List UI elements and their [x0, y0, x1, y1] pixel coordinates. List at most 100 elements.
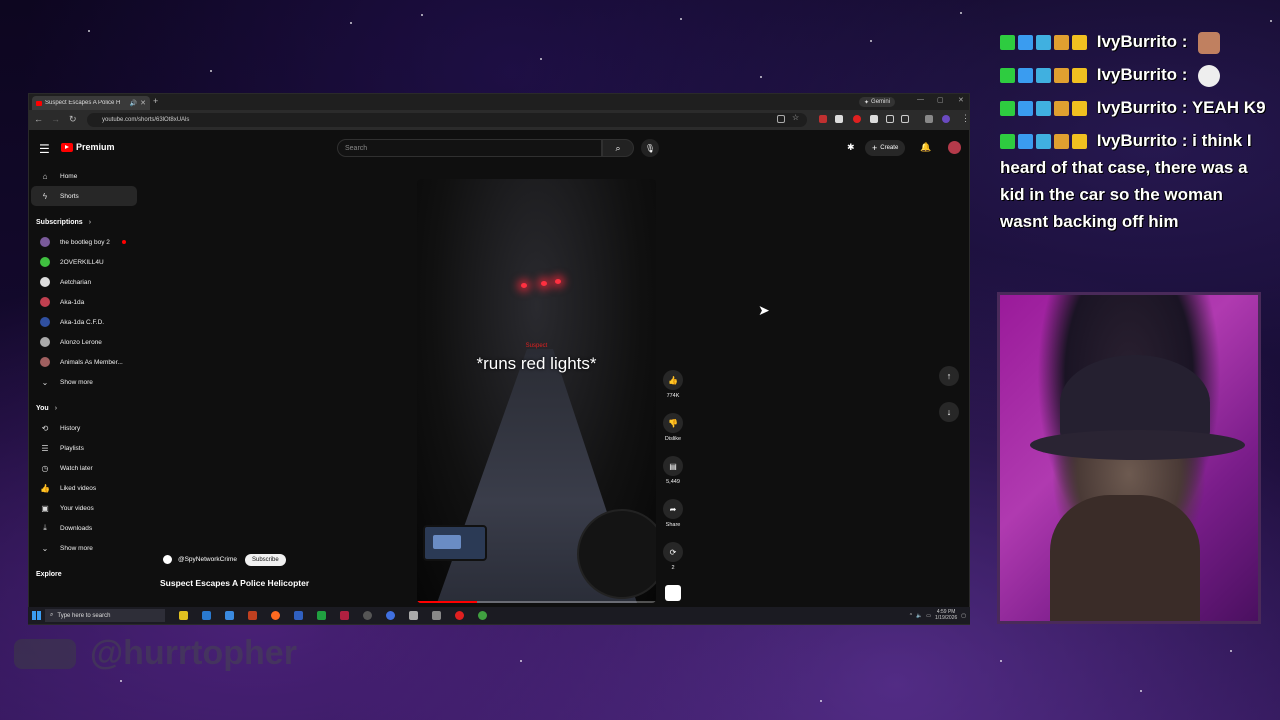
sidepanel-icon[interactable] — [901, 115, 909, 123]
reload-icon[interactable]: ↻ — [69, 114, 77, 125]
app-icon[interactable] — [340, 611, 349, 620]
cast-icon[interactable] — [777, 115, 785, 123]
shorts-video-player[interactable]: Suspect *runs red lights* — [417, 179, 656, 603]
sidebar-item-subscription[interactable]: Animals As Member... — [31, 352, 137, 372]
menu-icon[interactable]: ☰ — [39, 142, 50, 156]
video-progress-bar[interactable] — [417, 601, 656, 603]
chat-text: YEAH K9 — [1191, 98, 1266, 117]
search-button[interactable]: ⌕ — [602, 139, 634, 157]
maximize-button[interactable]: ▢ — [937, 96, 944, 104]
profile-icon[interactable] — [942, 115, 950, 123]
youtube-logo[interactable]: Premium — [61, 142, 115, 152]
dislike-button[interactable]: 👎 — [663, 413, 683, 433]
app-icon[interactable] — [455, 611, 464, 620]
sidebar-item-subscription[interactable]: 2OVERKILL4U — [31, 252, 137, 272]
account-avatar[interactable] — [948, 141, 961, 154]
sidebar-item-home[interactable]: ⌂ Home — [31, 166, 137, 186]
extension-icon[interactable] — [853, 115, 861, 123]
create-button[interactable]: + Create — [865, 140, 906, 156]
notifications-bell-icon[interactable]: 🔔 — [920, 142, 931, 153]
tray-chevron-icon[interactable]: ^ — [910, 613, 912, 619]
network-icon[interactable]: ▭ — [926, 613, 931, 619]
crown-badge-icon — [1072, 68, 1087, 84]
notifications-icon[interactable]: ▢ — [961, 613, 966, 619]
extension-icon[interactable] — [925, 115, 933, 123]
channel-name[interactable]: @SpyNetworkCrime — [178, 556, 237, 563]
previous-short-button[interactable]: ↑ — [939, 366, 959, 386]
sidebar-item-subscription[interactable]: Alonzo Lerone — [31, 332, 137, 352]
chrome-icon[interactable] — [478, 611, 487, 620]
store-icon[interactable] — [225, 611, 234, 620]
search-input[interactable]: Search — [337, 139, 602, 157]
extension-icon[interactable] — [870, 115, 878, 123]
comments-button[interactable]: ▤ — [663, 456, 683, 476]
back-icon[interactable]: ← — [34, 114, 43, 124]
share-button[interactable]: ➦ — [663, 499, 683, 519]
close-window-button[interactable]: ✕ — [958, 96, 964, 104]
taskbar-search-input[interactable]: ⌕ Type here to search — [45, 609, 165, 622]
like-button[interactable]: 👍 — [663, 370, 683, 390]
show-more-button[interactable]: ⌄ Show more — [31, 538, 137, 558]
windows-start-icon[interactable] — [32, 611, 41, 620]
app-icon[interactable] — [248, 611, 257, 620]
badge-icon — [1054, 101, 1069, 117]
clock[interactable]: 4:59 PM 1/19/2026 — [935, 609, 957, 621]
app-icon[interactable] — [432, 611, 441, 620]
app-icon[interactable] — [386, 611, 395, 620]
search-icon: ⌕ — [615, 142, 621, 153]
sound-thumbnail[interactable] — [665, 585, 681, 601]
sidebar-item-liked-videos[interactable]: 👍 Liked videos — [31, 478, 137, 498]
file-explorer-icon[interactable] — [179, 611, 188, 620]
forward-icon[interactable]: → — [51, 114, 60, 124]
sidebar-item-playlists[interactable]: ☰ Playlists — [31, 438, 137, 458]
minimize-button[interactable]: — — [917, 96, 924, 103]
sidebar-item-shorts[interactable]: ϟ Shorts — [31, 186, 137, 206]
comments-action: ▤ 5,449 — [661, 456, 685, 485]
sidebar-item-subscription[interactable]: Aetcharian — [31, 272, 137, 292]
browser-menu-icon[interactable]: ⋮ — [961, 113, 969, 124]
firefox-icon[interactable] — [271, 611, 280, 620]
taskbar-search-placeholder: Type here to search — [57, 612, 111, 619]
voice-search-button[interactable]: 🎙 — [641, 139, 659, 157]
sidebar-item-subscription[interactable]: the bootleg boy 2 — [31, 232, 137, 252]
sidebar-item-watch-later[interactable]: ◷ Watch later — [31, 458, 137, 478]
badge-icon — [1000, 35, 1015, 51]
extension-icon[interactable] — [835, 115, 843, 123]
gemini-button[interactable]: ✦ Gemini — [859, 97, 896, 107]
bookmark-star-icon[interactable]: ☆ — [792, 113, 799, 122]
sidebar-item-subscription[interactable]: Aka-1da C.F.D. — [31, 312, 137, 332]
you-header[interactable]: You › — [29, 398, 139, 418]
sidebar-item-your-videos[interactable]: ▣ Your videos — [31, 498, 137, 518]
sidebar-item-subscription[interactable]: Aka-1da — [31, 292, 137, 312]
extension-sparkle-icon[interactable]: ✱ — [847, 142, 855, 153]
extension-icon[interactable] — [819, 115, 827, 123]
sidebar-item-label: Liked videos — [60, 484, 97, 492]
remix-button[interactable]: ⟳ — [663, 542, 683, 562]
extensions-puzzle-icon[interactable] — [886, 115, 894, 123]
obs-icon[interactable] — [363, 611, 372, 620]
video-frame-light — [521, 283, 527, 288]
volume-icon[interactable]: 🔈 — [916, 613, 922, 619]
browser-tab[interactable]: Suspect Escapes A Police H 🔊 ✕ — [32, 96, 150, 110]
sidebar-item-history[interactable]: ⟲ History — [31, 418, 137, 438]
url-field[interactable]: youtube.com/shorts/63lOt8xUAls — [87, 113, 807, 127]
video-title[interactable]: Suspect Escapes A Police Helicopter — [160, 578, 309, 588]
thumbs-up-icon: 👍 — [668, 375, 678, 385]
sidebar-item-downloads[interactable]: ⤓ Downloads — [31, 518, 137, 538]
audio-icon[interactable]: 🔊 — [130, 100, 137, 107]
channel-avatar[interactable] — [161, 553, 174, 566]
chat-username: IvyBurrito — [1096, 98, 1178, 117]
sidebar-item-label: the bootleg boy 2 — [60, 238, 110, 246]
user-badges — [1000, 134, 1087, 150]
new-tab-button[interactable]: + — [153, 96, 158, 106]
app-icon[interactable] — [294, 611, 303, 620]
next-short-button[interactable]: ↓ — [939, 402, 959, 422]
edge-icon[interactable] — [202, 611, 211, 620]
show-more-button[interactable]: ⌄ Show more — [31, 372, 137, 392]
close-tab-icon[interactable]: ✕ — [140, 99, 146, 107]
subscribe-button[interactable]: Subscribe — [244, 553, 286, 566]
excel-icon[interactable] — [317, 611, 326, 620]
subscriptions-header[interactable]: Subscriptions › — [29, 212, 139, 232]
crown-badge-icon — [1072, 35, 1087, 51]
app-icon[interactable] — [409, 611, 418, 620]
